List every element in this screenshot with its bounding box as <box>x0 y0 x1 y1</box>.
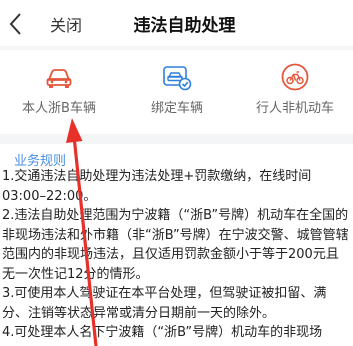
rule-item: 2.违法自助处理范围为宁波籍（“浙B”号牌）机动车在全国的非现场违法和外市籍（非… <box>2 208 349 282</box>
car-icon <box>46 69 72 88</box>
bind-car-icon <box>163 66 192 91</box>
tab-own-vehicle-label: 本人浙B车辆 <box>22 101 96 116</box>
tab-pedestrian-nonmotor[interactable]: 行人非机动车 <box>236 50 353 134</box>
rule-item: 1.交通违法自助处理为违法处理+罚款缴纳，在线时间03:00–22:00。 <box>2 169 312 204</box>
tab-bind-vehicle-label: 绑定车辆 <box>150 101 203 116</box>
section-divider <box>0 134 353 144</box>
vehicle-tabs: 本人浙B车辆 绑定车辆 行人非机动车 <box>0 50 353 134</box>
business-rules-section: 业务规则 1.交通违法自助处理为违法处理+罚款缴纳，在线时间03:00–22:0… <box>0 144 353 346</box>
rule-item: 3.可使用本人驾驶证在本平台处理，但驾驶证被扣留、满分、注销等状态异常或清分日期… <box>2 286 327 321</box>
tab-pedestrian-nonmotor-label: 行人非机动车 <box>255 101 334 116</box>
tab-bind-vehicle[interactable]: 绑定车辆 <box>118 50 236 134</box>
rules-list: 1.交通违法自助处理为违法处理+罚款缴纳，在线时间03:00–22:00。 2.… <box>2 167 350 343</box>
pedestrian-bike-icon <box>281 63 309 91</box>
top-bar: 关闭 违法自助处理 <box>0 0 353 46</box>
tab-own-vehicle[interactable]: 本人浙B车辆 <box>0 50 118 134</box>
page-title: 违法自助处理 <box>133 16 236 36</box>
rule-item: 4.可处理本人名下宁波籍（“浙B”号牌）机动车的非现场 <box>2 325 323 340</box>
